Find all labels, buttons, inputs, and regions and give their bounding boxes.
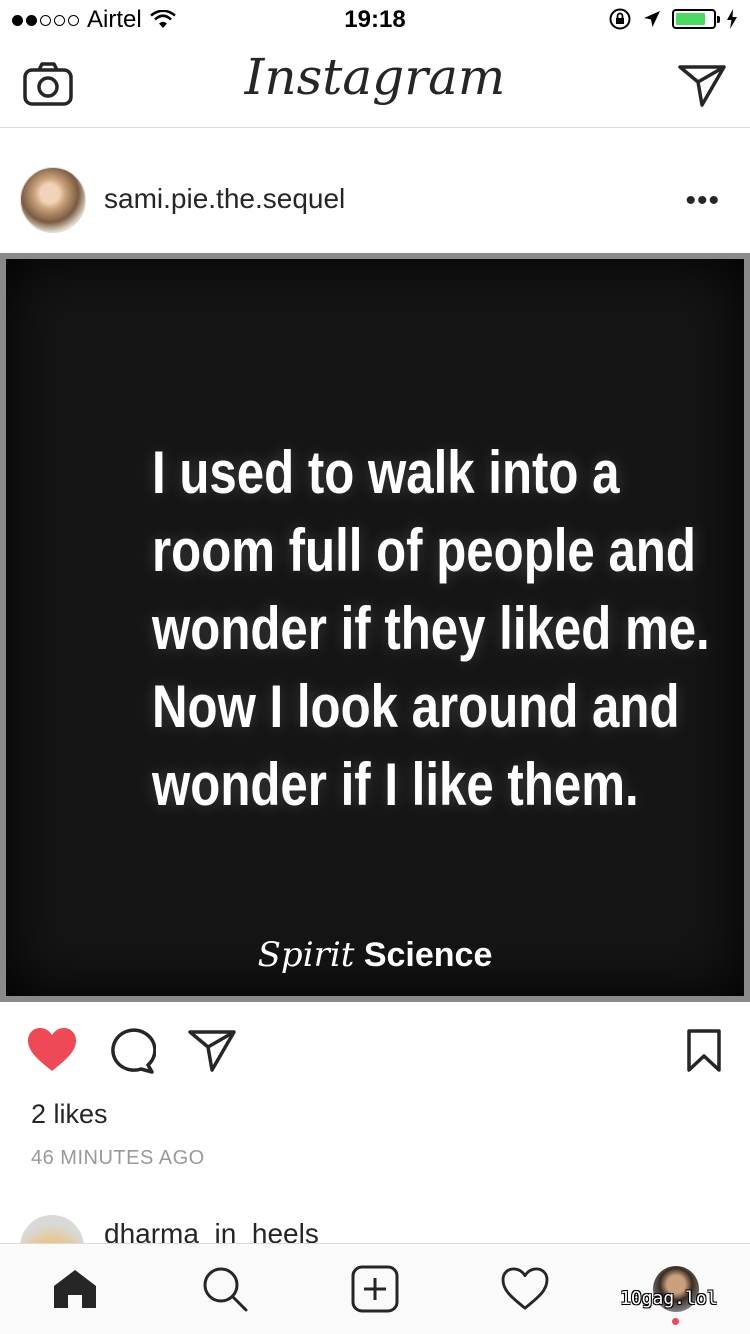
quote-card: I used to walk into a room full of peopl… (6, 259, 744, 996)
status-right (608, 7, 738, 31)
home-icon (54, 1270, 96, 1308)
quote-line: Now I look around and (152, 673, 680, 740)
top-navigation: Instagram (0, 40, 750, 128)
more-options-icon[interactable]: ••• (685, 184, 720, 218)
instagram-logo: Instagram (244, 48, 506, 106)
brand-script: Spirit (257, 935, 355, 975)
battery-icon (672, 9, 720, 29)
tab-search[interactable] (200, 1264, 250, 1314)
direct-message-icon[interactable] (678, 64, 726, 108)
like-count[interactable]: 2 likes (31, 1099, 108, 1130)
post-image[interactable]: I used to walk into a room full of peopl… (0, 253, 750, 1002)
image-brand-logo: Spirit Science (6, 935, 744, 975)
add-post-icon (351, 1265, 399, 1313)
status-bar: Airtel 19:18 (0, 0, 750, 40)
location-icon (644, 11, 660, 27)
watermark: 10gag.lol (620, 1288, 718, 1309)
quote-text: I used to walk into a room full of peopl… (152, 434, 710, 824)
post-timestamp: 46 MINUTES AGO (31, 1147, 205, 1169)
tab-home[interactable] (50, 1264, 100, 1314)
quote-line: wonder if they liked me. (152, 595, 710, 662)
rotation-lock-icon (609, 8, 631, 30)
post-author-avatar[interactable] (20, 167, 86, 233)
brand-name: Science (363, 936, 493, 974)
comment-icon[interactable] (108, 1028, 156, 1074)
bookmark-icon[interactable] (686, 1029, 722, 1073)
tab-new-post[interactable] (350, 1264, 400, 1314)
search-icon (203, 1267, 248, 1312)
notification-dot (672, 1318, 679, 1325)
quote-line: wonder if I like them. (152, 751, 639, 818)
activity-icon (501, 1267, 549, 1310)
bottom-navigation: 10gag.lol (0, 1243, 750, 1334)
heart-icon[interactable] (27, 1027, 77, 1073)
share-icon[interactable] (188, 1029, 236, 1073)
quote-line: I used to walk into a (152, 439, 620, 506)
quote-line: room full of people and (152, 517, 696, 584)
post-author-username[interactable]: sami.pie.the.sequel (104, 183, 345, 215)
tab-activity[interactable] (500, 1264, 550, 1314)
charging-icon (727, 9, 737, 29)
